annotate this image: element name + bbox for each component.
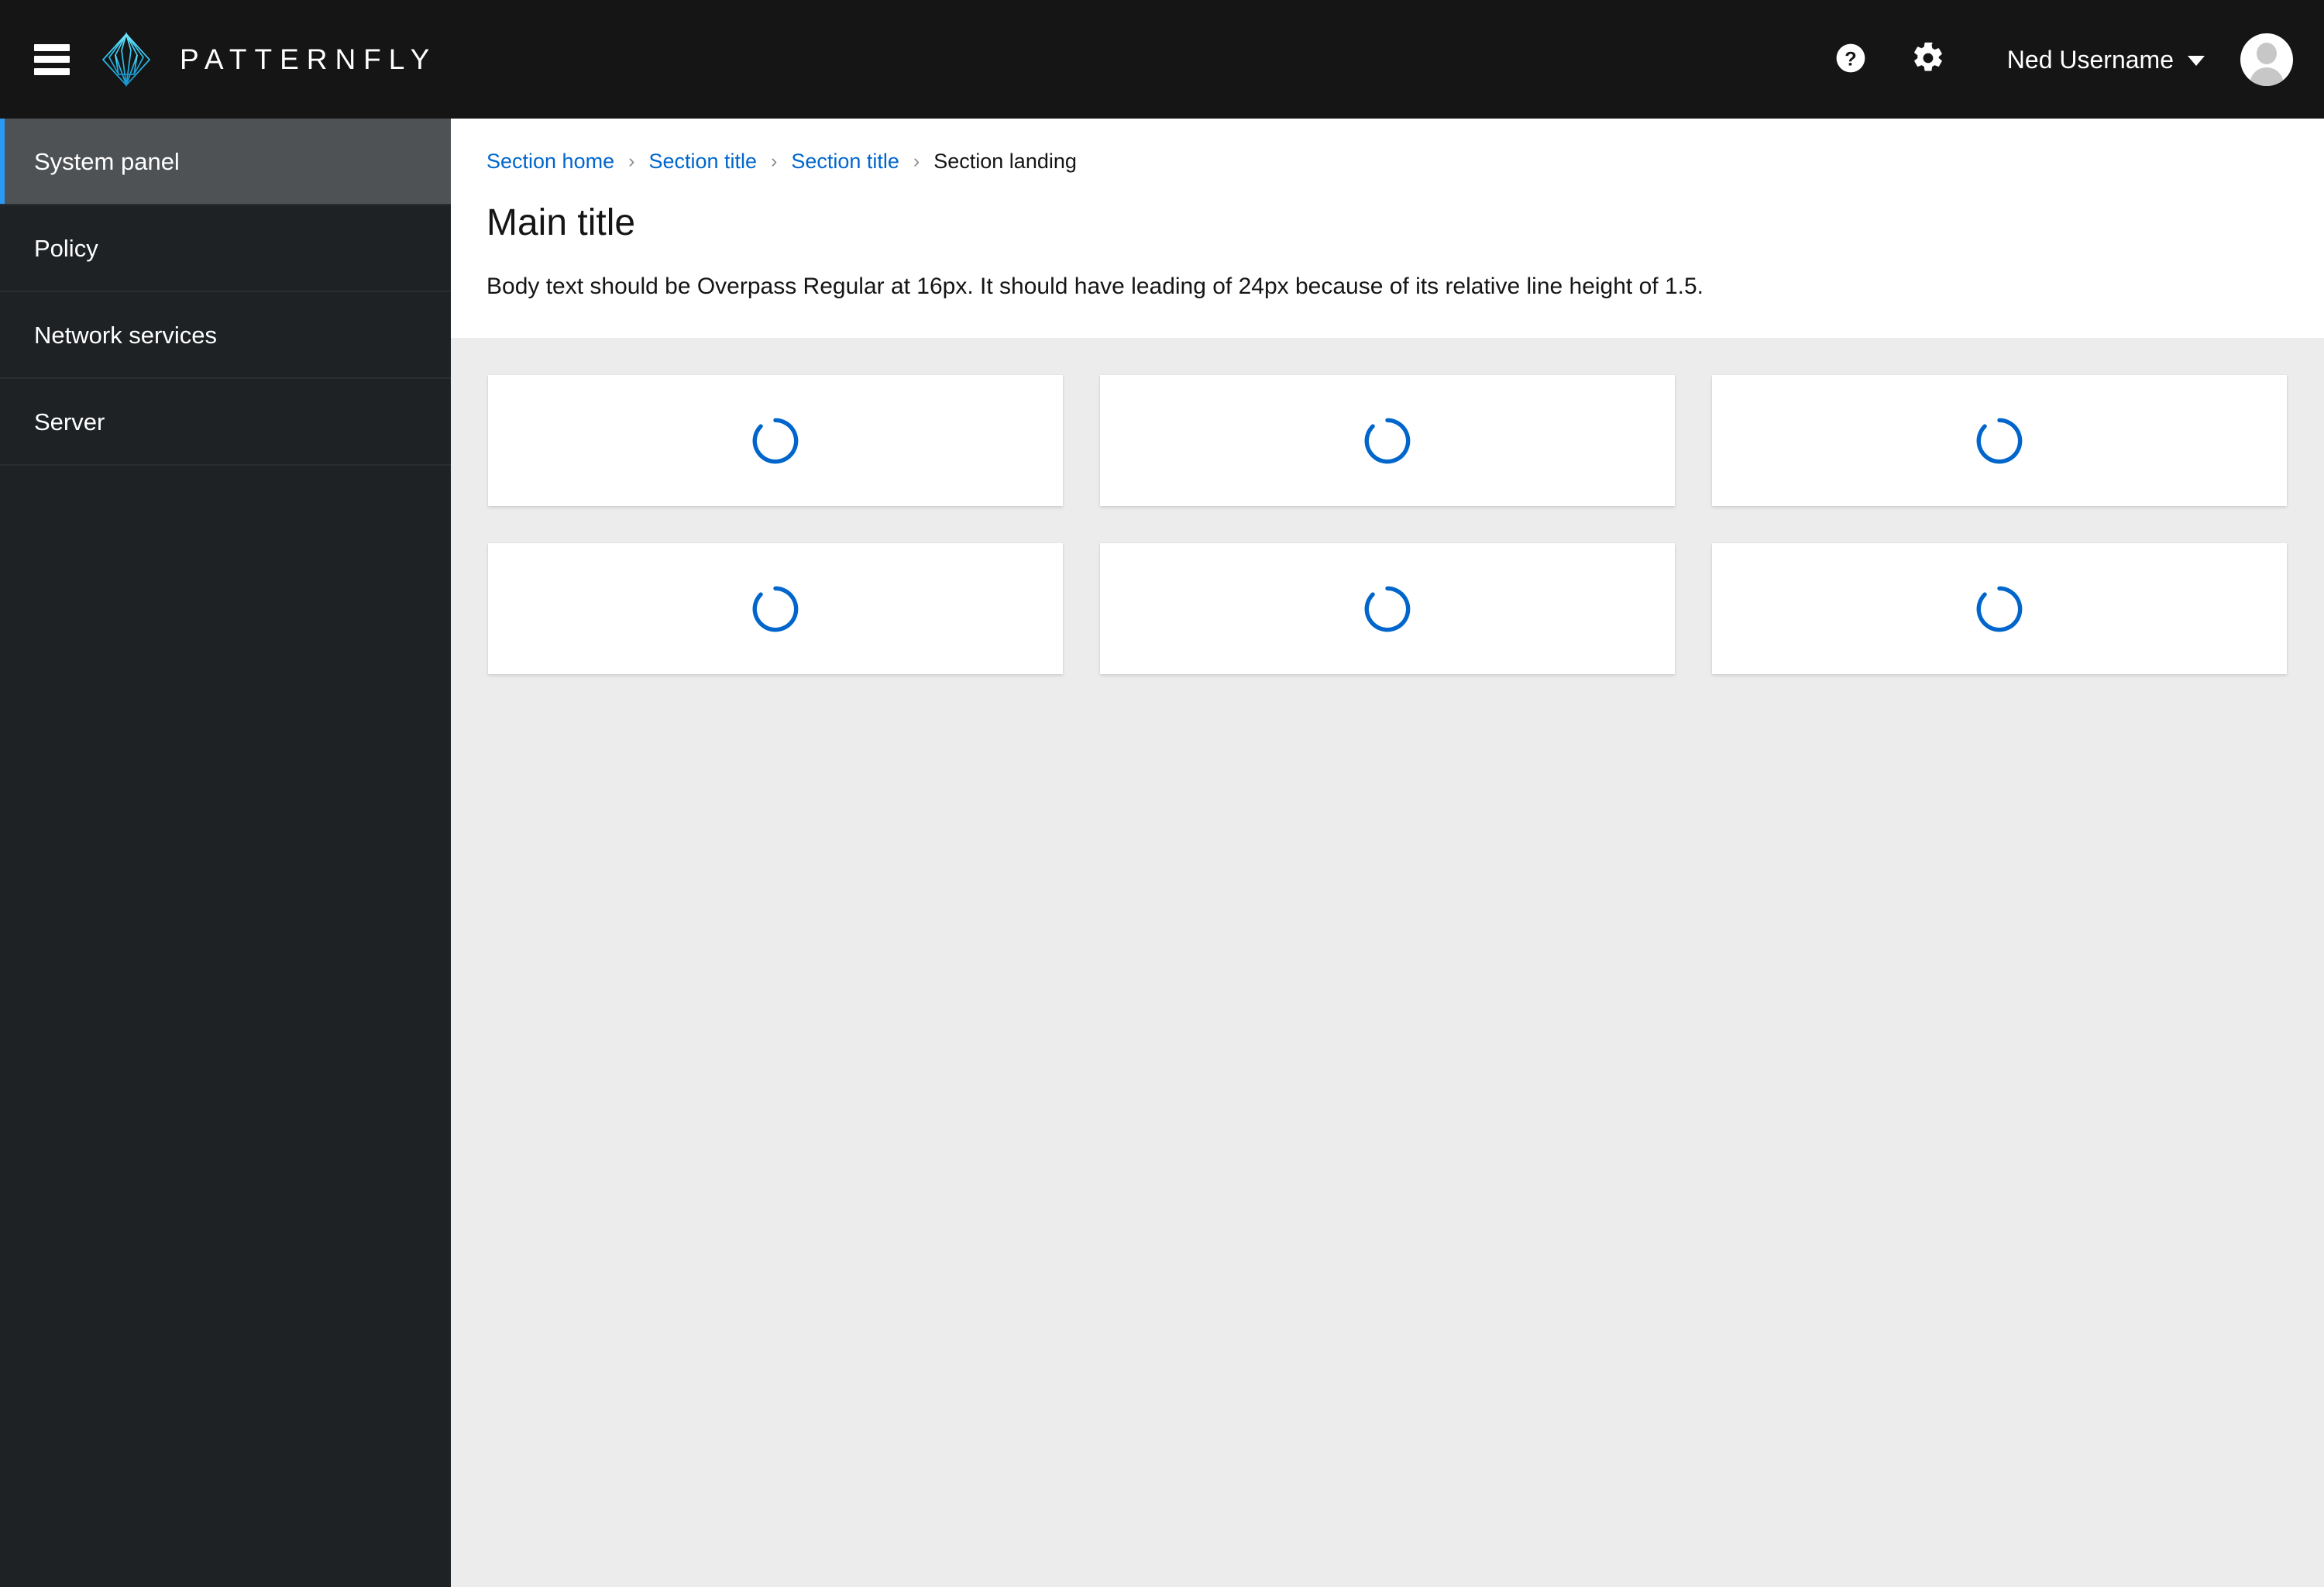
avatar-body: [2250, 67, 2284, 86]
loading-card-2[interactable]: [1100, 375, 1675, 507]
masthead-right: ? Ned Username: [1821, 30, 2293, 89]
sidebar-item-network-services[interactable]: Network services: [0, 292, 451, 379]
user-menu-toggle[interactable]: Ned Username: [2004, 40, 2208, 80]
sidebar-item-label: Server: [34, 408, 105, 435]
breadcrumb-item-section-title-1[interactable]: Section title: [648, 151, 757, 172]
hamburger-bar: [34, 56, 70, 63]
hamburger-bar: [34, 67, 70, 75]
loading-card-3[interactable]: [1712, 375, 2287, 507]
sidebar-item-system-panel[interactable]: System panel: [0, 119, 451, 205]
breadcrumb-separator-icon: ›: [913, 150, 920, 172]
brand-logo[interactable]: PATTERNFLY: [101, 31, 438, 88]
application-root: PATTERNFLY ? Ned Username System panel P…: [0, 0, 2324, 1587]
hamburger-menu-icon[interactable]: [34, 43, 70, 75]
avatar[interactable]: [2240, 33, 2293, 86]
sidebar-item-policy[interactable]: Policy: [0, 205, 451, 292]
sidebar-nav-list: System panel Policy Network services Ser…: [0, 119, 451, 466]
loading-card-6[interactable]: [1712, 543, 2287, 675]
breadcrumb-separator-icon: ›: [771, 150, 778, 172]
page-layout: System panel Policy Network services Ser…: [0, 119, 2324, 1587]
brand-text: PATTERNFLY: [180, 43, 438, 75]
chevron-down-icon: [2188, 56, 2205, 66]
avatar-head: [2257, 42, 2277, 64]
sidebar-item-label: System panel: [34, 147, 180, 175]
loading-spinner-icon: [752, 586, 799, 632]
breadcrumb-item-section-home[interactable]: Section home: [486, 151, 614, 172]
loading-spinner-icon: [1364, 586, 1411, 632]
card-area: [451, 338, 2324, 1587]
help-button[interactable]: ?: [1821, 30, 1880, 89]
loading-spinner-icon: [1976, 586, 2023, 632]
breadcrumb-item-current: Section landing: [933, 150, 1077, 173]
sidebar-item-label: Network services: [34, 321, 217, 349]
main-content: Section home › Section title › Section t…: [451, 119, 2324, 1587]
masthead: PATTERNFLY ? Ned Username: [0, 0, 2324, 119]
card-grid: [488, 375, 2287, 675]
help-icon: ?: [1834, 42, 1867, 77]
loading-spinner-icon: [1364, 418, 1411, 464]
svg-text:?: ?: [1844, 48, 1857, 70]
page-title: Main title: [486, 202, 636, 243]
loading-card-4[interactable]: [488, 543, 1063, 675]
loading-spinner-icon: [1976, 418, 2023, 464]
loading-card-5[interactable]: [1100, 543, 1675, 675]
hamburger-bar: [34, 43, 70, 51]
breadcrumb-separator-icon: ›: [628, 150, 635, 172]
loading-card-1[interactable]: [488, 375, 1063, 507]
gear-icon: [1911, 41, 1945, 77]
breadcrumb: Section home › Section title › Section t…: [486, 151, 2287, 172]
breadcrumb-item-section-title-2[interactable]: Section title: [791, 151, 899, 172]
masthead-left: PATTERNFLY: [29, 31, 438, 88]
user-name-label: Ned Username: [2006, 45, 2174, 74]
settings-button[interactable]: [1899, 30, 1958, 89]
sidebar-navigation: System panel Policy Network services Ser…: [0, 119, 451, 1587]
page-body-text: Body text should be Overpass Regular at …: [486, 274, 1703, 300]
sidebar-item-label: Policy: [34, 234, 98, 262]
loading-spinner-icon: [752, 418, 799, 464]
page-header: Section home › Section title › Section t…: [451, 119, 2324, 339]
sidebar-item-server[interactable]: Server: [0, 379, 451, 466]
patternfly-diamond-icon: [101, 31, 152, 88]
